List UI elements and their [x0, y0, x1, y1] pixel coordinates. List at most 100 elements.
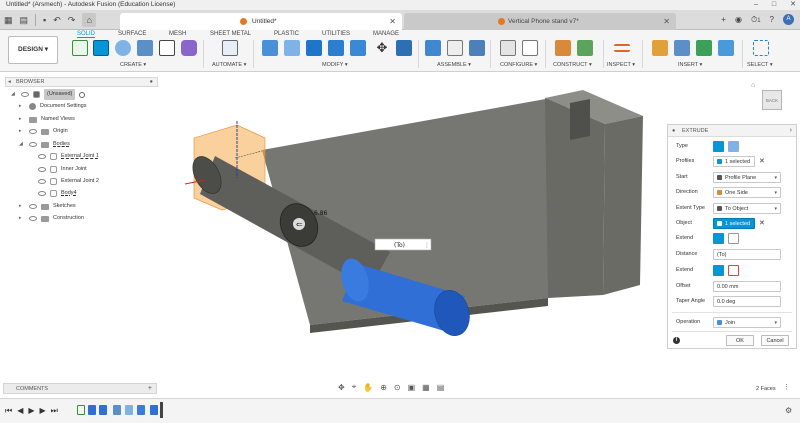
selection-filter-icon[interactable]: ⋮	[783, 383, 790, 391]
grid-menu-icon[interactable]: ▦	[4, 15, 13, 26]
revolve-icon[interactable]	[115, 40, 131, 56]
timeline-feature-icon[interactable]	[125, 405, 133, 415]
help-icon[interactable]: ?	[770, 15, 774, 24]
measure-icon[interactable]	[614, 44, 630, 52]
eye-icon[interactable]	[29, 129, 37, 134]
tab-vertical-phone-stand[interactable]: Vertical Phone stand v7* ✕	[404, 13, 676, 30]
form-icon[interactable]	[181, 40, 197, 56]
extend-option-2-icon[interactable]	[728, 233, 739, 244]
start-dropdown[interactable]: Profile Plane ▾	[713, 172, 781, 183]
decal-icon[interactable]	[674, 40, 690, 56]
tab-surface[interactable]: SURFACE	[118, 31, 146, 37]
save-icon[interactable]: ▪	[43, 15, 46, 25]
look-at-icon[interactable]: ⌖	[352, 382, 357, 392]
eye-icon[interactable]	[29, 204, 37, 209]
group-construct[interactable]: CONSTRUCT ▾	[553, 62, 592, 68]
distance-field[interactable]: (To)	[713, 249, 781, 260]
plane-at-angle-icon[interactable]	[577, 40, 593, 56]
clock-icon[interactable]: ⏱1	[751, 15, 761, 25]
shell-icon[interactable]	[328, 40, 344, 56]
eye-icon[interactable]	[38, 154, 46, 159]
expand-arrow-icon[interactable]: ▸	[19, 101, 25, 112]
expand-arrow-icon[interactable]: ▸	[19, 213, 25, 224]
collapse-icon[interactable]: ◂	[8, 78, 11, 87]
timeline-feature-icon[interactable]	[137, 405, 145, 415]
close-window-icon[interactable]: ✕	[790, 0, 796, 10]
timeline-marker[interactable]	[160, 402, 163, 418]
workspace-switcher[interactable]: DESIGN ▾	[8, 36, 58, 64]
timeline-feature-icon[interactable]	[113, 405, 121, 415]
tab-plastic[interactable]: PLASTIC	[274, 31, 299, 37]
timeline-sketch-icon[interactable]	[77, 405, 85, 415]
tree-item-named-views[interactable]: ▸ Named Views	[19, 114, 75, 125]
comments-panel[interactable]: COMMENTS +	[3, 383, 157, 394]
close-tab-icon[interactable]: ✕	[389, 13, 396, 30]
clear-selection-icon[interactable]: ✕	[759, 219, 765, 227]
tree-item-construction[interactable]: ▸ Construction	[19, 213, 84, 224]
direction-dropdown[interactable]: One Side ▾	[713, 187, 781, 198]
eye-icon[interactable]	[29, 216, 37, 221]
step-back-icon[interactable]: ◀	[17, 406, 23, 416]
taper-angle-field[interactable]: 0.0 deg	[713, 296, 781, 307]
profiles-select[interactable]: 1 selected	[713, 156, 755, 167]
expand-arrow-icon[interactable]: ◢	[19, 139, 25, 150]
automate-icon[interactable]	[222, 40, 238, 56]
orbit-icon[interactable]: ✥	[338, 383, 345, 392]
add-comment-icon[interactable]: +	[148, 384, 152, 394]
zoom-window-icon[interactable]: ⊙	[394, 383, 401, 392]
create-sketch-icon[interactable]	[72, 40, 88, 56]
tab-utilities[interactable]: UTILITIES	[322, 31, 350, 37]
close-tab-icon[interactable]: ✕	[663, 13, 670, 30]
operation-dropdown[interactable]: Join ▾	[713, 317, 781, 328]
extrude-dialog-header[interactable]: ● EXTRUDE ›	[668, 125, 796, 137]
configure-icon[interactable]	[500, 40, 516, 56]
tab-manage[interactable]: MANAGE	[373, 31, 399, 37]
align-icon[interactable]	[396, 40, 412, 56]
tree-item-document-settings[interactable]: ▸ Document Settings	[19, 101, 86, 112]
tree-item-body4[interactable]: Body4	[38, 188, 77, 199]
expand-arrow-icon[interactable]: ◢	[11, 89, 17, 100]
close-dialog-icon[interactable]: ›	[790, 125, 792, 137]
cancel-button[interactable]: Cancel	[761, 335, 789, 346]
viewcube[interactable]: ⌂ BACK	[748, 82, 788, 120]
offset-field[interactable]: 0.00 mm	[713, 281, 781, 292]
move-icon[interactable]: ✥	[374, 40, 390, 56]
grid-settings-icon[interactable]: ▦	[422, 383, 430, 392]
activate-radio-icon[interactable]	[79, 91, 86, 98]
tree-item-external-joint-1[interactable]: External Joint 1	[38, 151, 99, 162]
expand-arrow-icon[interactable]: ▸	[19, 126, 25, 137]
as-built-joint-icon[interactable]	[469, 40, 485, 56]
tab-untitled[interactable]: Untitled* ✕	[120, 13, 402, 30]
tree-item-origin[interactable]: ▸ Origin	[19, 126, 68, 137]
minimize-icon[interactable]: –	[754, 0, 758, 10]
new-component-icon[interactable]	[425, 40, 441, 56]
tab-mesh[interactable]: MESH	[169, 31, 186, 37]
pattern-icon[interactable]	[159, 40, 175, 56]
tree-item-external-joint-2[interactable]: External Joint 2	[38, 176, 99, 187]
solid-type-icon[interactable]	[713, 141, 724, 152]
tree-item-root[interactable]: ◢ (Unsaved)	[11, 89, 86, 100]
chamfer-icon[interactable]	[306, 40, 322, 56]
group-configure[interactable]: CONFIGURE ▾	[500, 62, 537, 68]
home-icon[interactable]: ⌂	[82, 13, 97, 27]
object-select[interactable]: 1 selected	[713, 218, 755, 229]
maximize-icon[interactable]: □	[772, 0, 776, 10]
viewcube-face[interactable]: BACK	[762, 90, 782, 110]
hook-side-face[interactable]	[603, 116, 643, 295]
file-menu-icon[interactable]: ▤	[20, 15, 29, 26]
timeline-extrude-icon[interactable]	[88, 405, 96, 415]
joint-icon[interactable]	[447, 40, 463, 56]
extend-option-1-icon[interactable]	[713, 265, 724, 276]
offset-plane-icon[interactable]	[555, 40, 571, 56]
extend-option-1-icon[interactable]	[713, 233, 724, 244]
pan-icon[interactable]: ✋	[363, 383, 373, 392]
zoom-icon[interactable]: ⊕	[380, 383, 387, 392]
group-automate[interactable]: AUTOMATE ▾	[212, 62, 246, 68]
go-to-end-icon[interactable]: ⏭	[51, 406, 58, 416]
step-forward-icon[interactable]: ▶	[40, 406, 46, 416]
avatar[interactable]: A	[783, 14, 794, 25]
new-tab-icon[interactable]: +	[721, 15, 726, 24]
pin-icon[interactable]: ●	[150, 78, 153, 87]
surface-type-icon[interactable]	[728, 141, 739, 152]
eye-icon[interactable]	[21, 92, 29, 97]
